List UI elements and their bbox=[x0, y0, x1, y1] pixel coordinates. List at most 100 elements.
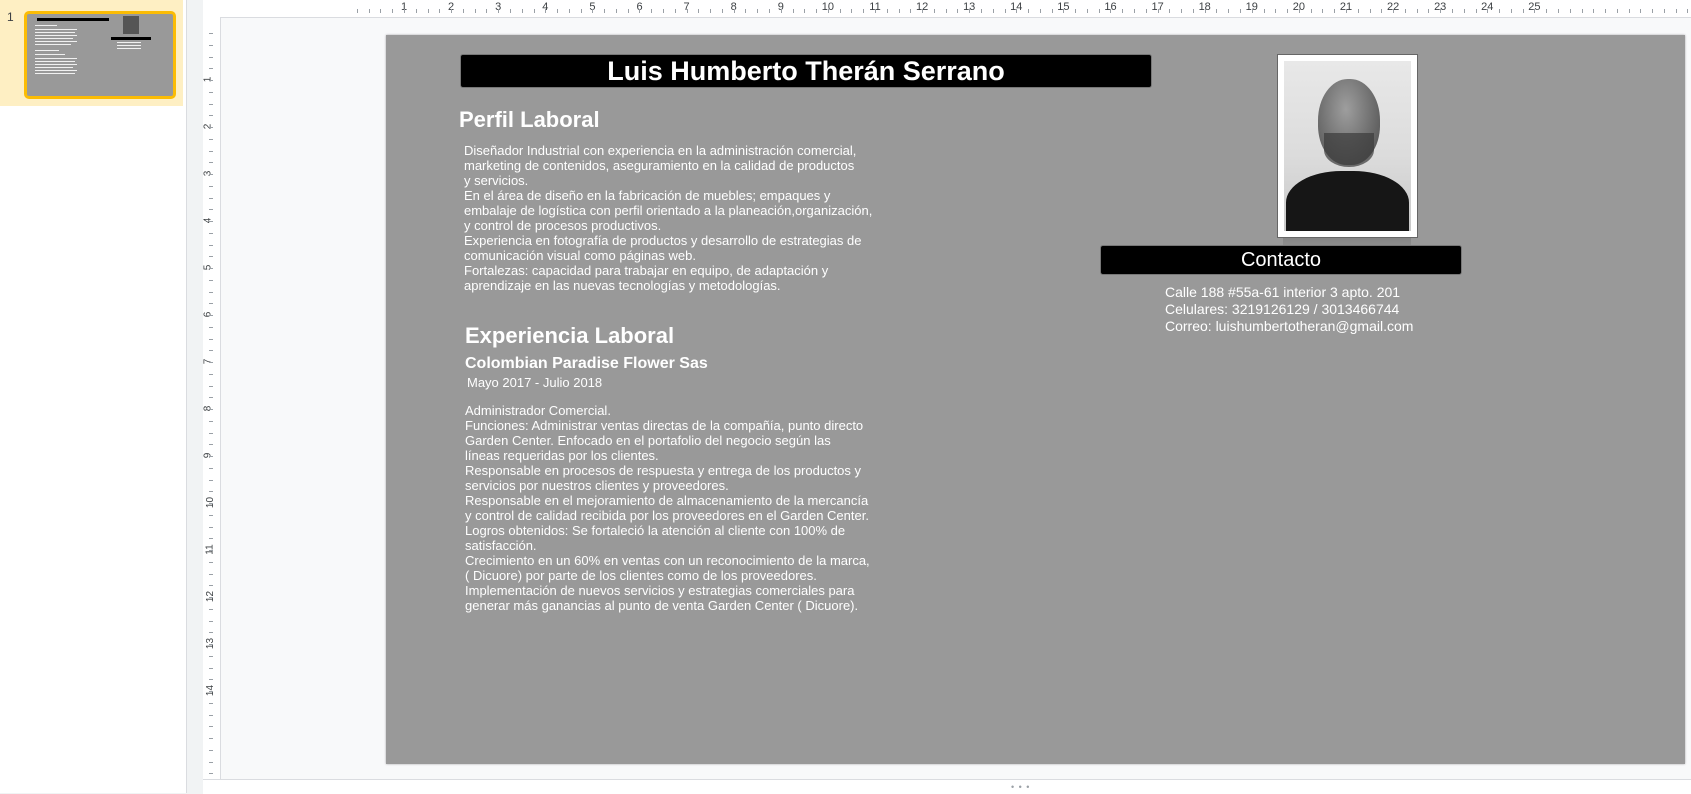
ruler-tick bbox=[209, 738, 213, 739]
ruler-tick bbox=[534, 9, 535, 13]
experience-heading[interactable]: Experiencia Laboral bbox=[465, 323, 674, 349]
employment-dates[interactable]: Mayo 2017 - Julio 2018 bbox=[467, 375, 602, 390]
ruler-tick bbox=[369, 9, 370, 13]
experience-text-line: satisfacción. bbox=[465, 538, 537, 553]
contact-title-bar[interactable]: Contacto bbox=[1100, 245, 1462, 275]
ruler-tick bbox=[1652, 9, 1653, 13]
ruler-tick bbox=[1417, 9, 1418, 13]
ruler-tick bbox=[357, 9, 358, 13]
experience-text-line: servicios por nuestros clientes y provee… bbox=[465, 478, 729, 493]
contact-info-box[interactable]: Calle 188 #55a-61 interior 3 apto. 201 C… bbox=[1165, 284, 1413, 335]
ruler-tick bbox=[1558, 9, 1559, 13]
ruler-tick bbox=[1205, 9, 1206, 13]
ruler-tick bbox=[1146, 9, 1147, 13]
ruler-tick bbox=[1264, 9, 1265, 13]
ruler-tick bbox=[1664, 9, 1665, 13]
experience-text-line: Crecimiento en un 60% en ventas con un r… bbox=[465, 553, 870, 568]
experience-text-line: Funciones: Administrar ventas directas d… bbox=[465, 418, 864, 433]
ruler-tick bbox=[1099, 9, 1100, 13]
ruler-tick bbox=[781, 9, 782, 13]
profile-text-box[interactable]: Diseñador Industrial con experiencia en … bbox=[464, 143, 884, 293]
contact-address: Calle 188 #55a-61 interior 3 apto. 201 bbox=[1165, 284, 1401, 300]
contact-email: Correo: luishumbertotheran@gmail.com bbox=[1165, 318, 1414, 334]
ruler-tick bbox=[1087, 9, 1088, 13]
drag-handle-icon[interactable]: • • • bbox=[1011, 782, 1030, 792]
ruler-tick bbox=[1464, 9, 1465, 13]
slide-thumbnail[interactable] bbox=[24, 11, 176, 99]
profile-photo[interactable] bbox=[1277, 54, 1418, 238]
ruler-tick bbox=[209, 491, 213, 492]
name-title: Luis Humberto Therán Serrano bbox=[607, 56, 1005, 86]
ruler-tick bbox=[209, 245, 213, 246]
profile-text-line: embalaje de logística con perfil orienta… bbox=[464, 203, 873, 218]
ruler-tick bbox=[1534, 9, 1535, 13]
ruler-tick bbox=[1075, 9, 1076, 13]
ruler-tick bbox=[875, 9, 876, 13]
ruler-tick bbox=[209, 386, 213, 387]
profile-text-line: Experiencia en fotografía de productos y… bbox=[464, 233, 862, 248]
profile-heading[interactable]: Perfil Laboral bbox=[459, 107, 600, 133]
ruler-tick bbox=[510, 9, 511, 13]
ruler-tick bbox=[1381, 9, 1382, 13]
ruler-tick bbox=[957, 9, 958, 13]
ruler-tick bbox=[851, 9, 852, 13]
ruler-tick bbox=[840, 9, 841, 13]
profile-text-line: Fortalezas: capacidad para trabajar en e… bbox=[464, 263, 829, 278]
ruler-tick bbox=[969, 9, 970, 13]
ruler-tick bbox=[463, 9, 464, 13]
ruler-tick bbox=[1110, 9, 1111, 13]
ruler-tick bbox=[1428, 9, 1429, 13]
ruler-tick bbox=[209, 303, 213, 304]
ruler-tick bbox=[209, 421, 213, 422]
profile-text-line: marketing de contenidos, aseguramiento e… bbox=[464, 158, 855, 173]
ruler-tick bbox=[209, 444, 213, 445]
ruler-tick bbox=[209, 585, 213, 586]
ruler-tick bbox=[209, 468, 213, 469]
horizontal-ruler: 1 2 3 4 5 6 7 8 9 10 11 12 13 14 15 16 17 18 19 20 21 22 23 24 2… bbox=[203, 0, 1691, 18]
ruler-tick bbox=[545, 9, 546, 13]
ruler-tick bbox=[1605, 9, 1606, 13]
ruler-tick bbox=[1005, 9, 1006, 13]
experience-text-line: Responsable en el mejoramiento de almace… bbox=[465, 493, 869, 508]
ruler-tick bbox=[209, 538, 213, 539]
slide-thumbnail-selected[interactable]: 1 bbox=[0, 0, 183, 106]
ruler-tick bbox=[209, 92, 213, 93]
ruler-tick bbox=[209, 104, 213, 105]
ruler-tick bbox=[1582, 9, 1583, 13]
portrait-image bbox=[1284, 61, 1411, 231]
ruler-tick bbox=[209, 726, 213, 727]
ruler-tick bbox=[486, 9, 487, 13]
ruler-tick bbox=[209, 773, 213, 774]
ruler-tick bbox=[934, 9, 935, 13]
ruler-tick bbox=[1676, 9, 1677, 13]
slide-canvas[interactable]: Luis Humberto Therán Serrano Perfil Labo… bbox=[386, 35, 1685, 764]
ruler-tick bbox=[209, 656, 213, 657]
ruler-tick bbox=[639, 9, 640, 13]
experience-text-box[interactable]: Administrador Comercial. Funciones: Admin… bbox=[465, 403, 885, 613]
ruler-tick bbox=[1405, 9, 1406, 13]
ruler-tick bbox=[1193, 9, 1194, 13]
ruler-tick bbox=[404, 9, 405, 13]
ruler-tick bbox=[209, 597, 213, 598]
ruler-tick bbox=[734, 9, 735, 13]
experience-text-line: Garden Center. Enfocado en el portafolio… bbox=[465, 433, 831, 448]
ruler-tick bbox=[1240, 9, 1241, 13]
ruler-tick bbox=[209, 45, 213, 46]
ruler-tick bbox=[209, 339, 213, 340]
company-name[interactable]: Colombian Paradise Flower Sas bbox=[465, 355, 708, 373]
ruler-tick bbox=[209, 280, 213, 281]
ruler-tick bbox=[1629, 9, 1630, 13]
ruler-tick bbox=[1593, 9, 1594, 13]
ruler-tick bbox=[745, 9, 746, 13]
ruler-tick bbox=[1511, 9, 1512, 13]
speaker-notes-divider[interactable]: • • • bbox=[203, 779, 1691, 794]
ruler-tick bbox=[1617, 9, 1618, 13]
ruler-tick bbox=[698, 9, 699, 13]
ruler-tick bbox=[209, 644, 213, 645]
ruler-tick bbox=[209, 409, 213, 410]
ruler-tick bbox=[616, 9, 617, 13]
name-title-bar[interactable]: Luis Humberto Therán Serrano bbox=[460, 54, 1152, 88]
experience-text-line: Responsable en procesos de respuesta y e… bbox=[465, 463, 862, 478]
ruler-tick bbox=[209, 397, 213, 398]
ruler-tick bbox=[1393, 9, 1394, 13]
